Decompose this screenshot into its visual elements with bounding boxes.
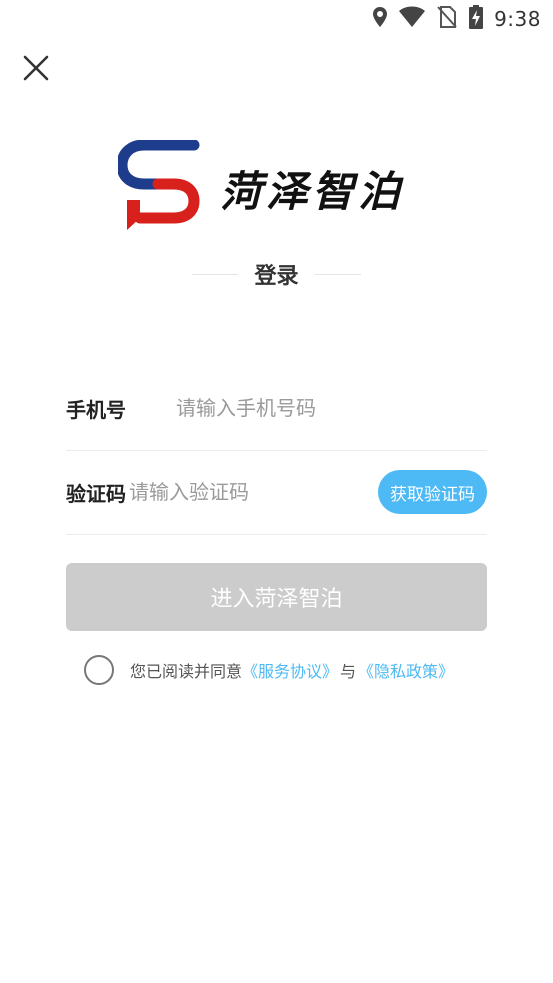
get-code-button[interactable]: 获取验证码	[378, 470, 487, 514]
no-sim-icon	[436, 5, 458, 33]
wifi-icon	[398, 6, 426, 32]
verification-code-row: 验证码 获取验证码	[66, 450, 487, 535]
verification-code-label: 验证码	[66, 481, 126, 506]
location-icon	[372, 6, 388, 32]
heading-divider-left	[192, 273, 239, 275]
agreement-row: 您已阅读并同意 《服务协议》 与 《隐私政策》	[84, 654, 454, 686]
battery-charging-icon	[468, 5, 484, 33]
privacy-policy-link[interactable]: 《隐私政策》	[358, 658, 454, 682]
app-logo: 菏泽智泊	[118, 140, 438, 232]
agreement-checkbox[interactable]	[84, 655, 114, 685]
close-button[interactable]	[18, 52, 54, 88]
phone-input[interactable]	[176, 388, 487, 428]
page-title: 登录	[254, 264, 299, 289]
enter-button[interactable]: 进入菏泽智泊	[66, 563, 487, 631]
agreement-prefix: 您已阅读并同意	[130, 662, 243, 681]
close-icon	[22, 54, 50, 86]
agreement-conjunction: 与	[340, 662, 357, 681]
logo-text: 菏泽智泊	[220, 167, 405, 216]
login-heading: 登录	[0, 258, 553, 290]
logo-mark-icon	[118, 140, 200, 230]
status-bar: 9:38	[0, 0, 553, 38]
status-time: 9:38	[494, 7, 541, 31]
verification-code-input[interactable]	[129, 472, 378, 512]
phone-label: 手机号	[66, 397, 126, 422]
login-screen: 9:38 菏泽智泊 登录 手机号 验证码	[0, 0, 553, 983]
status-icons: 9:38	[372, 5, 541, 33]
heading-divider-right	[314, 273, 361, 275]
phone-row: 手机号	[66, 366, 487, 451]
service-agreement-link[interactable]: 《服务协议》	[242, 658, 338, 682]
